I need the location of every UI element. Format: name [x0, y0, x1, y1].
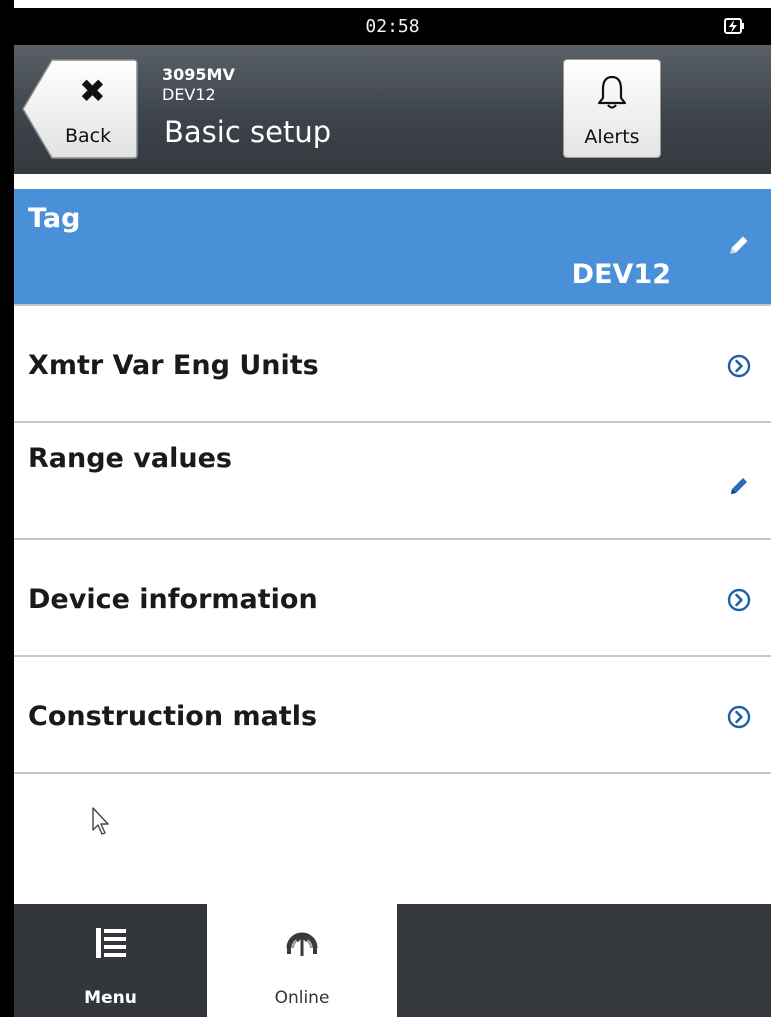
- list-item-label: Xmtr Var Eng Units: [28, 350, 319, 381]
- list-item-label: Device information: [28, 584, 318, 615]
- tag-label: Tag: [28, 203, 81, 234]
- list-item-tag[interactable]: Tag DEV12: [14, 189, 771, 306]
- back-button[interactable]: ✖ Back: [22, 59, 138, 159]
- battery-charging-icon: [724, 18, 744, 34]
- tab-empty-slot: [586, 904, 771, 1017]
- chevron-circle-right-icon[interactable]: [727, 705, 751, 729]
- chevron-circle-right-icon[interactable]: [727, 354, 751, 378]
- list-item-device-information[interactable]: Device information: [14, 540, 771, 657]
- alerts-label: Alerts: [584, 126, 640, 148]
- online-gauge-icon: [286, 932, 318, 956]
- list-item-construction-matls[interactable]: Construction matls: [14, 657, 771, 774]
- close-icon: ✖: [79, 72, 106, 110]
- tab-menu[interactable]: Menu: [14, 904, 207, 1017]
- chevron-circle-right-icon[interactable]: [727, 588, 751, 612]
- list-item-xmtr-var-eng-units[interactable]: Xmtr Var Eng Units: [14, 306, 771, 423]
- title-bar: ✖ Back 3095MV DEV12 Basic setup Alerts: [14, 45, 771, 174]
- page-title: Basic setup: [164, 115, 332, 149]
- status-time: 02:58: [365, 16, 420, 37]
- list-item-label: Range values: [28, 443, 232, 474]
- pencil-icon[interactable]: [727, 233, 751, 257]
- menu-list-icon: [95, 928, 126, 958]
- device-bezel: [0, 0, 14, 1017]
- tab-menu-label: Menu: [84, 988, 137, 1008]
- back-label: Back: [65, 125, 112, 147]
- screen: 02:58 ✖ Back 3095MV DEV12 Basic setup Al…: [0, 0, 771, 1017]
- list-item-range-values[interactable]: Range values: [14, 423, 771, 540]
- device-tag: DEV12: [162, 85, 216, 104]
- alerts-button[interactable]: Alerts: [563, 59, 661, 158]
- settings-list: Tag DEV12 Xmtr Var Eng Units Range value…: [14, 174, 771, 774]
- pencil-icon[interactable]: [727, 474, 751, 498]
- tab-empty-slot: [397, 904, 587, 1017]
- tag-value: DEV12: [571, 259, 671, 290]
- device-model: 3095MV: [162, 65, 235, 84]
- bottom-tab-bar: Menu Online: [14, 904, 771, 1017]
- mouse-cursor-icon: [92, 807, 109, 835]
- status-bar: 02:58: [14, 8, 771, 45]
- list-item-label: Construction matls: [28, 701, 318, 732]
- bell-icon: [597, 75, 627, 109]
- tab-online-label: Online: [274, 988, 330, 1008]
- tab-online[interactable]: Online: [207, 904, 397, 1017]
